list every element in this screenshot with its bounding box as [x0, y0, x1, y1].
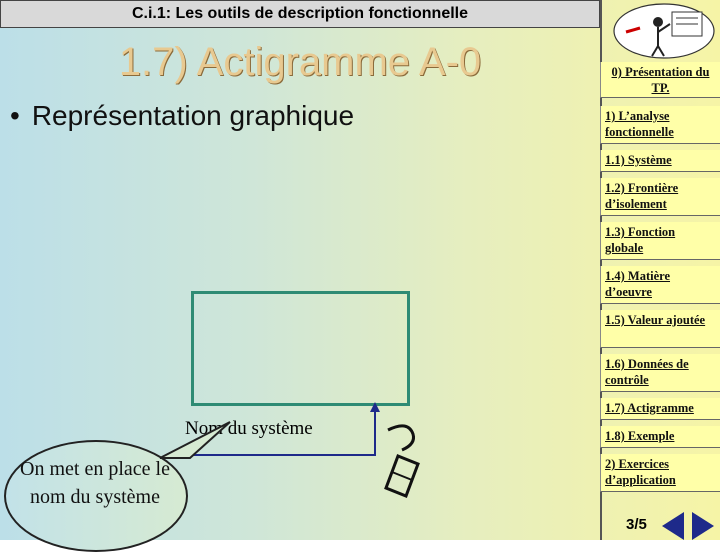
teacher-illustration-icon	[613, 3, 715, 59]
nav-item-systeme[interactable]: 1.1) Système	[600, 150, 720, 172]
nav-item-valeur-ajoutee[interactable]: 1.5) Valeur ajoutée	[600, 310, 720, 348]
previous-slide-icon[interactable]	[662, 512, 684, 540]
nav-item-exercices[interactable]: 2) Exercices d’application	[600, 454, 720, 492]
nav-item-presentation[interactable]: 0) Présentation du TP.	[600, 62, 720, 98]
bullet-symbol: •	[10, 100, 20, 131]
system-box	[191, 291, 410, 406]
pencil-idea-icon	[384, 424, 420, 498]
nav-item-fonction-globale[interactable]: 1.3) Fonction globale	[600, 222, 720, 260]
nav-item-exemple[interactable]: 1.8) Exemple	[600, 426, 720, 448]
nav-item-analyse-fonctionnelle[interactable]: 1) L’analyse fonctionnelle	[600, 106, 720, 144]
callout-tail	[159, 421, 231, 459]
bullet-text: Représentation graphique	[31, 100, 355, 131]
nav-item-frontiere[interactable]: 1.2) Frontière d’isolement	[600, 178, 720, 216]
page-number: 3/5	[626, 516, 647, 533]
slide-title: 1.7) Actigramme A-0	[118, 40, 482, 84]
nav-item-donnees-controle[interactable]: 1.6) Données de contrôle	[600, 354, 720, 392]
callout-text: On met en place le nom du système	[20, 458, 170, 508]
slide-header: C.i.1: Les outils de description fonctio…	[0, 0, 600, 28]
nav-item-actigramme[interactable]: 1.7) Actigramme	[600, 398, 720, 420]
bullet-point: • Représentation graphique	[10, 100, 354, 132]
nav-item-matiere-oeuvre[interactable]: 1.4) Matière d’oeuvre	[600, 266, 720, 304]
next-slide-icon[interactable]	[692, 512, 714, 540]
